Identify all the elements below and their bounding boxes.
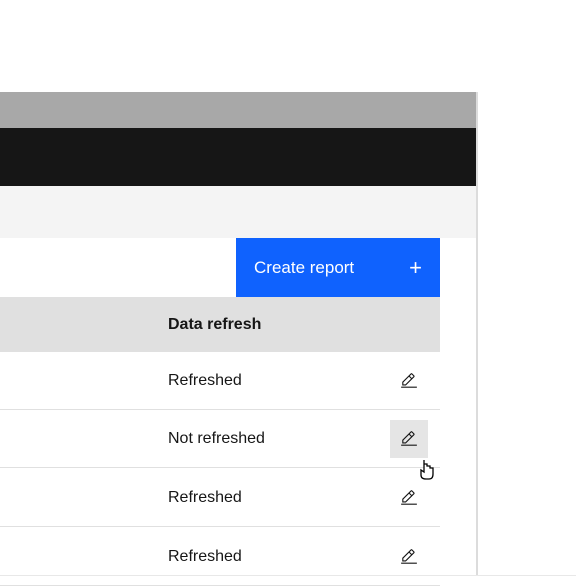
edit-button[interactable]: [390, 362, 428, 400]
status-cell: Refreshed: [168, 372, 242, 390]
top-gray-bar: [0, 92, 476, 128]
edit-button[interactable]: [390, 420, 428, 458]
status-cell: Refreshed: [168, 548, 242, 566]
edit-icon: [400, 489, 418, 507]
table-row: Not refreshed: [0, 410, 440, 468]
status-cell: Refreshed: [168, 489, 242, 507]
edit-icon: [400, 372, 418, 390]
edit-icon: [400, 548, 418, 566]
panel-right-edge: [476, 92, 478, 576]
plus-icon: +: [409, 257, 422, 279]
create-report-button[interactable]: Create report +: [236, 238, 440, 297]
status-cell: Not refreshed: [168, 430, 265, 448]
edit-button[interactable]: [390, 538, 428, 576]
edit-icon: [400, 430, 418, 448]
create-report-label: Create report: [254, 258, 354, 278]
toolbar-background: [0, 186, 476, 238]
top-black-bar: [0, 128, 476, 186]
edit-button[interactable]: [390, 479, 428, 517]
table-row: Refreshed: [0, 469, 440, 527]
table-row: Refreshed: [0, 528, 440, 586]
column-header-data-refresh: Data refresh: [0, 297, 440, 352]
table-row: Refreshed: [0, 352, 440, 410]
column-header-label: Data refresh: [168, 316, 261, 334]
